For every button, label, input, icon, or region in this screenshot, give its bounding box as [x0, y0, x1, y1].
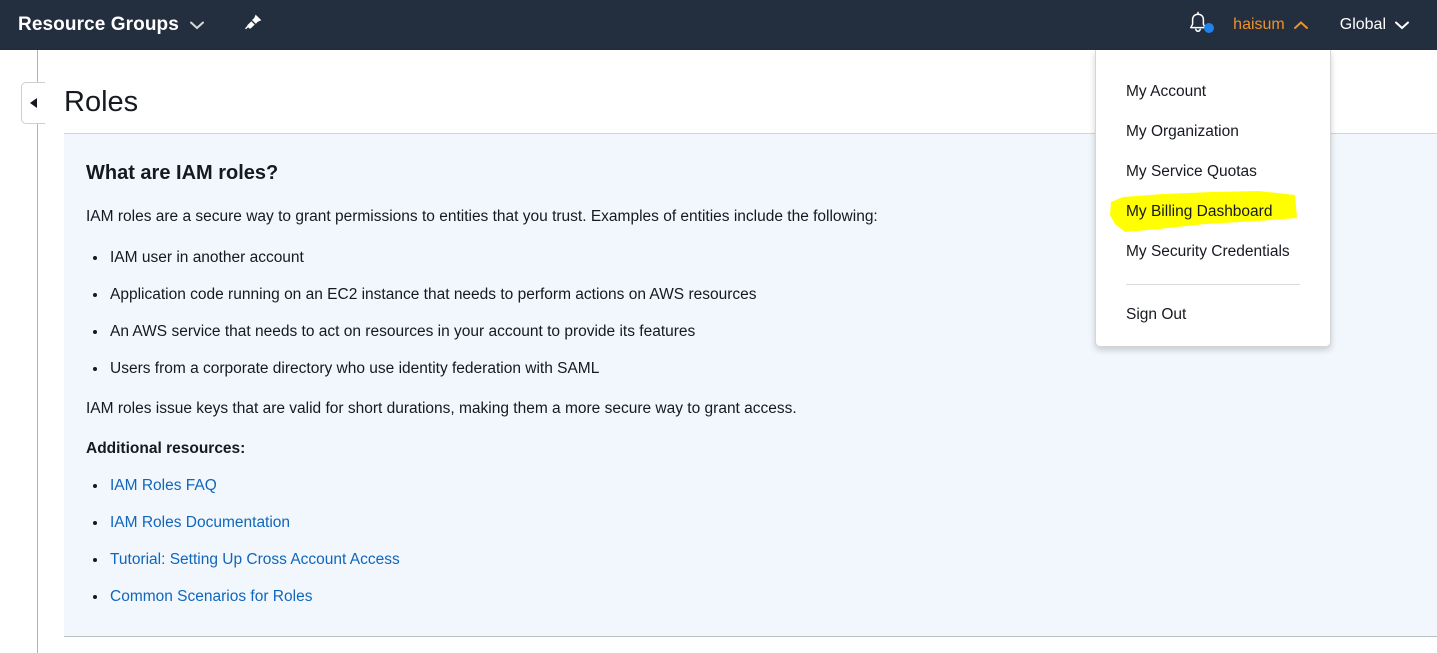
chevron-down-icon — [189, 21, 204, 30]
nav-right-group: haisum Global — [1177, 0, 1437, 50]
list-item: IAM Roles Documentation — [86, 513, 1437, 534]
nav-left-group: Resource Groups — [0, 12, 264, 39]
link-common-scenarios-for-roles[interactable]: Common Scenarios for Roles — [110, 588, 312, 605]
chevron-down-icon — [1395, 21, 1409, 30]
notification-badge-dot — [1204, 22, 1215, 33]
menu-item-sign-out[interactable]: Sign Out — [1096, 295, 1330, 335]
list-item: Users from a corporate directory who use… — [86, 359, 1437, 379]
list-item: IAM Roles FAQ — [86, 476, 1437, 497]
triangle-left-icon — [29, 98, 37, 108]
top-navigation-bar: Resource Groups haisum Global — [0, 0, 1437, 50]
additional-resources-heading: Additional resources: — [86, 440, 246, 458]
menu-item-my-service-quotas[interactable]: My Service Quotas — [1096, 152, 1330, 192]
sidebar-collapse-toggle[interactable] — [21, 82, 45, 124]
account-menu-button[interactable]: haisum — [1219, 0, 1322, 50]
list-item: Common Scenarios for Roles — [86, 587, 1437, 608]
resource-groups-label: Resource Groups — [18, 14, 179, 35]
pin-icon-button[interactable] — [242, 12, 264, 39]
menu-item-my-billing-dashboard[interactable]: My Billing Dashboard — [1096, 192, 1330, 232]
pin-icon — [242, 12, 264, 39]
menu-item-my-security-credentials[interactable]: My Security Credentials — [1096, 232, 1330, 272]
region-menu-label: Global — [1339, 16, 1386, 33]
notifications-button[interactable] — [1177, 11, 1219, 40]
chevron-up-icon — [1293, 20, 1308, 30]
link-iam-roles-documentation[interactable]: IAM Roles Documentation — [110, 514, 290, 531]
region-menu-button[interactable]: Global — [1322, 0, 1419, 50]
list-item: Tutorial: Setting Up Cross Account Acces… — [86, 550, 1437, 571]
info-panel-closing-text: IAM roles issue keys that are valid for … — [86, 400, 797, 418]
sidebar-divider — [37, 50, 38, 653]
resource-groups-menu[interactable]: Resource Groups — [18, 14, 204, 36]
account-menu-label: haisum — [1233, 16, 1285, 33]
menu-separator — [1126, 284, 1300, 285]
link-tutorial-cross-account-access[interactable]: Tutorial: Setting Up Cross Account Acces… — [110, 551, 400, 568]
page-title: Roles — [64, 86, 139, 118]
link-iam-roles-faq[interactable]: IAM Roles FAQ — [110, 477, 217, 494]
account-dropdown-menu: My Account My Organization My Service Qu… — [1095, 50, 1331, 347]
menu-item-my-account[interactable]: My Account — [1096, 72, 1330, 112]
additional-resources-list: IAM Roles FAQ IAM Roles Documentation Tu… — [86, 476, 1437, 607]
menu-item-my-organization[interactable]: My Organization — [1096, 112, 1330, 152]
